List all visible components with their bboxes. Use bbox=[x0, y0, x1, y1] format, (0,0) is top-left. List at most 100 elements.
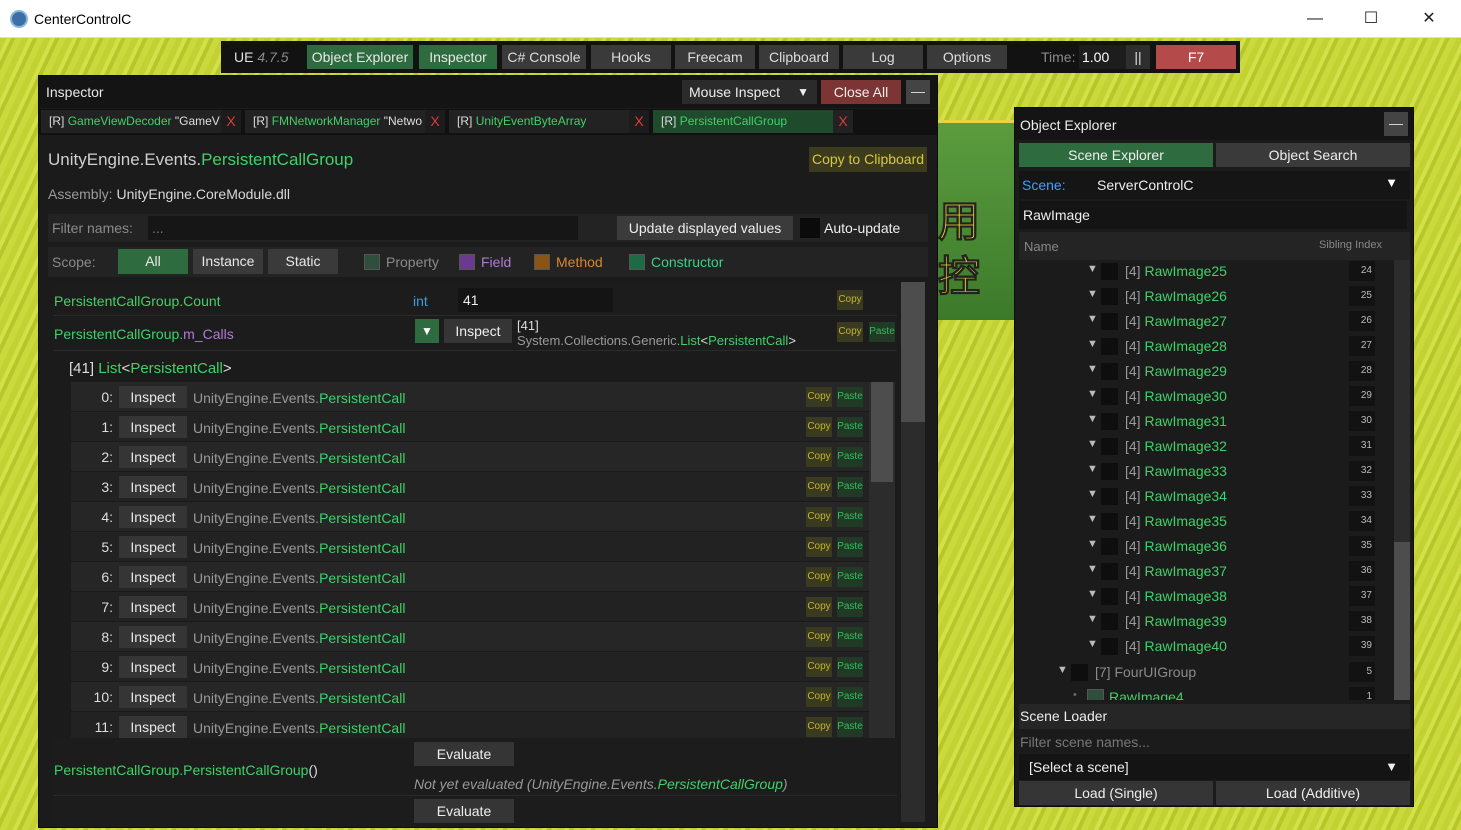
tree-row[interactable]: ▼ [4] RawImage37 36 bbox=[1019, 558, 1410, 583]
auto-update-checkbox[interactable] bbox=[800, 218, 820, 238]
copy-button[interactable]: Copy bbox=[806, 627, 832, 647]
inspector-tab-persistentcallgroup[interactable]: [R] PersistentCallGroup X bbox=[653, 110, 853, 133]
toggle-ui-f7-button[interactable]: F7 bbox=[1156, 45, 1236, 69]
sibling-index-input[interactable]: 24 bbox=[1349, 261, 1375, 281]
inspect-item-button[interactable]: Inspect bbox=[119, 506, 187, 528]
tree-row[interactable]: ▼ [4] RawImage31 30 bbox=[1019, 408, 1410, 433]
sibling-index-input[interactable]: 1 bbox=[1349, 687, 1375, 700]
inspect-item-button[interactable]: Inspect bbox=[119, 656, 187, 678]
paste-button[interactable]: Paste bbox=[869, 322, 895, 342]
inspect-item-button[interactable]: Inspect bbox=[119, 566, 187, 588]
nav-hooks-button[interactable]: Hooks bbox=[591, 45, 671, 69]
inspect-item-button[interactable]: Inspect bbox=[119, 686, 187, 708]
sibling-index-input[interactable]: 32 bbox=[1349, 461, 1375, 481]
expand-arrow-icon[interactable]: ▼ bbox=[1087, 388, 1098, 400]
active-toggle[interactable] bbox=[1101, 438, 1118, 455]
load-additive-button[interactable]: Load (Additive) bbox=[1216, 781, 1410, 805]
nav-object-explorer-button[interactable]: Object Explorer bbox=[307, 45, 413, 69]
expand-arrow-icon[interactable]: ▼ bbox=[1087, 363, 1098, 375]
load-single-button[interactable]: Load (Single) bbox=[1019, 781, 1213, 805]
sibling-index-input[interactable]: 35 bbox=[1349, 536, 1375, 556]
copy-button[interactable]: Copy bbox=[806, 387, 832, 407]
close-tab-icon[interactable]: X bbox=[221, 110, 241, 133]
copy-button[interactable]: Copy bbox=[806, 657, 832, 677]
sibling-index-input[interactable]: 34 bbox=[1349, 511, 1375, 531]
expand-list-button[interactable]: ▼ bbox=[415, 319, 439, 343]
sibling-index-input[interactable]: 25 bbox=[1349, 286, 1375, 306]
expand-arrow-icon[interactable]: ▼ bbox=[1087, 288, 1098, 300]
paste-button[interactable]: Paste bbox=[837, 657, 863, 677]
active-toggle[interactable] bbox=[1087, 689, 1104, 700]
filter-field-toggle[interactable]: Field bbox=[459, 254, 511, 270]
sibling-index-input[interactable]: 39 bbox=[1349, 636, 1375, 656]
expand-arrow-icon[interactable]: ▼ bbox=[1087, 613, 1098, 625]
tree-row[interactable]: ▼ [4] RawImage36 35 bbox=[1019, 533, 1410, 558]
active-toggle[interactable] bbox=[1101, 363, 1118, 380]
sibling-index-input[interactable]: 30 bbox=[1349, 411, 1375, 431]
inspect-item-button[interactable]: Inspect bbox=[119, 626, 187, 648]
tree-row[interactable]: ▼ [4] RawImage35 34 bbox=[1019, 508, 1410, 533]
sibling-index-input[interactable]: 37 bbox=[1349, 586, 1375, 606]
sibling-index-input[interactable]: 5 bbox=[1349, 662, 1375, 682]
tree-row[interactable]: ▼ [4] RawImage28 27 bbox=[1019, 333, 1410, 358]
active-toggle[interactable] bbox=[1101, 563, 1118, 580]
filter-constructor-toggle[interactable]: Constructor bbox=[629, 254, 723, 270]
expand-arrow-icon[interactable]: ▼ bbox=[1087, 488, 1098, 500]
scene-dropdown[interactable]: Scene: ServerControlC ▼ bbox=[1019, 171, 1410, 199]
inspect-item-button[interactable]: Inspect bbox=[119, 416, 187, 438]
expand-arrow-icon[interactable]: ▼ bbox=[1087, 563, 1098, 575]
copy-button[interactable]: Copy bbox=[806, 717, 832, 737]
tree-row[interactable]: ▼ [4] RawImage39 38 bbox=[1019, 608, 1410, 633]
expand-arrow-icon[interactable]: ▼ bbox=[1087, 338, 1098, 350]
active-toggle[interactable] bbox=[1101, 288, 1118, 305]
active-toggle[interactable] bbox=[1101, 338, 1118, 355]
sibling-index-input[interactable]: 36 bbox=[1349, 561, 1375, 581]
expand-arrow-icon[interactable]: ▼ bbox=[1087, 513, 1098, 525]
inspect-list-button[interactable]: Inspect bbox=[444, 319, 512, 343]
tree-row[interactable]: ▼ [4] RawImage27 26 bbox=[1019, 308, 1410, 333]
copy-button[interactable]: Copy bbox=[837, 322, 863, 342]
paste-button[interactable]: Paste bbox=[837, 627, 863, 647]
tree-row[interactable]: ▼ [4] RawImage38 37 bbox=[1019, 583, 1410, 608]
expand-arrow-icon[interactable]: ▼ bbox=[1087, 413, 1098, 425]
copy-button[interactable]: Copy bbox=[806, 417, 832, 437]
member-value-input[interactable]: 41 bbox=[458, 288, 613, 312]
copy-button[interactable]: Copy bbox=[806, 567, 832, 587]
pause-button[interactable]: || bbox=[1126, 45, 1150, 69]
sibling-index-input[interactable]: 33 bbox=[1349, 486, 1375, 506]
inspector-tab-gameviewdecoder[interactable]: [R] GameViewDecoder "GameV X bbox=[41, 110, 241, 133]
tree-row-leaf[interactable]: • RawImage4 1 bbox=[1019, 684, 1410, 700]
copy-button[interactable]: Copy bbox=[806, 477, 832, 497]
copy-button[interactable]: Copy bbox=[806, 507, 832, 527]
scope-instance-button[interactable]: Instance bbox=[193, 249, 263, 274]
expand-arrow-icon[interactable]: ▼ bbox=[1057, 664, 1068, 676]
inspect-item-button[interactable]: Inspect bbox=[119, 386, 187, 408]
active-toggle[interactable] bbox=[1071, 664, 1088, 681]
paste-button[interactable]: Paste bbox=[837, 417, 863, 437]
object-explorer-header[interactable]: Object Explorer — bbox=[1015, 108, 1413, 140]
tree-row[interactable]: ▼ [4] RawImage25 24 bbox=[1019, 260, 1410, 283]
inspector-scrollbar[interactable] bbox=[901, 282, 925, 822]
hierarchy-search-input[interactable]: RawImage bbox=[1019, 201, 1407, 229]
tree-row[interactable]: ▼ [4] RawImage29 28 bbox=[1019, 358, 1410, 383]
active-toggle[interactable] bbox=[1101, 463, 1118, 480]
list-scrollbar[interactable] bbox=[869, 382, 895, 738]
copy-button[interactable]: Copy bbox=[837, 290, 863, 310]
inspect-item-button[interactable]: Inspect bbox=[119, 596, 187, 618]
tree-row[interactable]: ▼ [4] RawImage33 32 bbox=[1019, 458, 1410, 483]
inspect-item-button[interactable]: Inspect bbox=[119, 476, 187, 498]
nav-log-button[interactable]: Log bbox=[843, 45, 923, 69]
expand-arrow-icon[interactable]: ▼ bbox=[1087, 463, 1098, 475]
minimize-window-button[interactable]: — bbox=[1300, 8, 1330, 30]
time-scale-input[interactable]: 1.00 bbox=[1079, 45, 1129, 69]
inspector-minimize-button[interactable]: — bbox=[906, 80, 930, 104]
close-tab-icon[interactable]: X bbox=[833, 110, 853, 133]
evaluate-button[interactable]: Evaluate bbox=[414, 742, 514, 766]
copy-button[interactable]: Copy bbox=[806, 537, 832, 557]
nav-console-button[interactable]: C# Console bbox=[502, 45, 586, 69]
paste-button[interactable]: Paste bbox=[837, 567, 863, 587]
paste-button[interactable]: Paste bbox=[837, 447, 863, 467]
maximize-window-button[interactable]: ☐ bbox=[1356, 8, 1386, 30]
close-all-button[interactable]: Close All bbox=[821, 80, 901, 104]
active-toggle[interactable] bbox=[1101, 613, 1118, 630]
